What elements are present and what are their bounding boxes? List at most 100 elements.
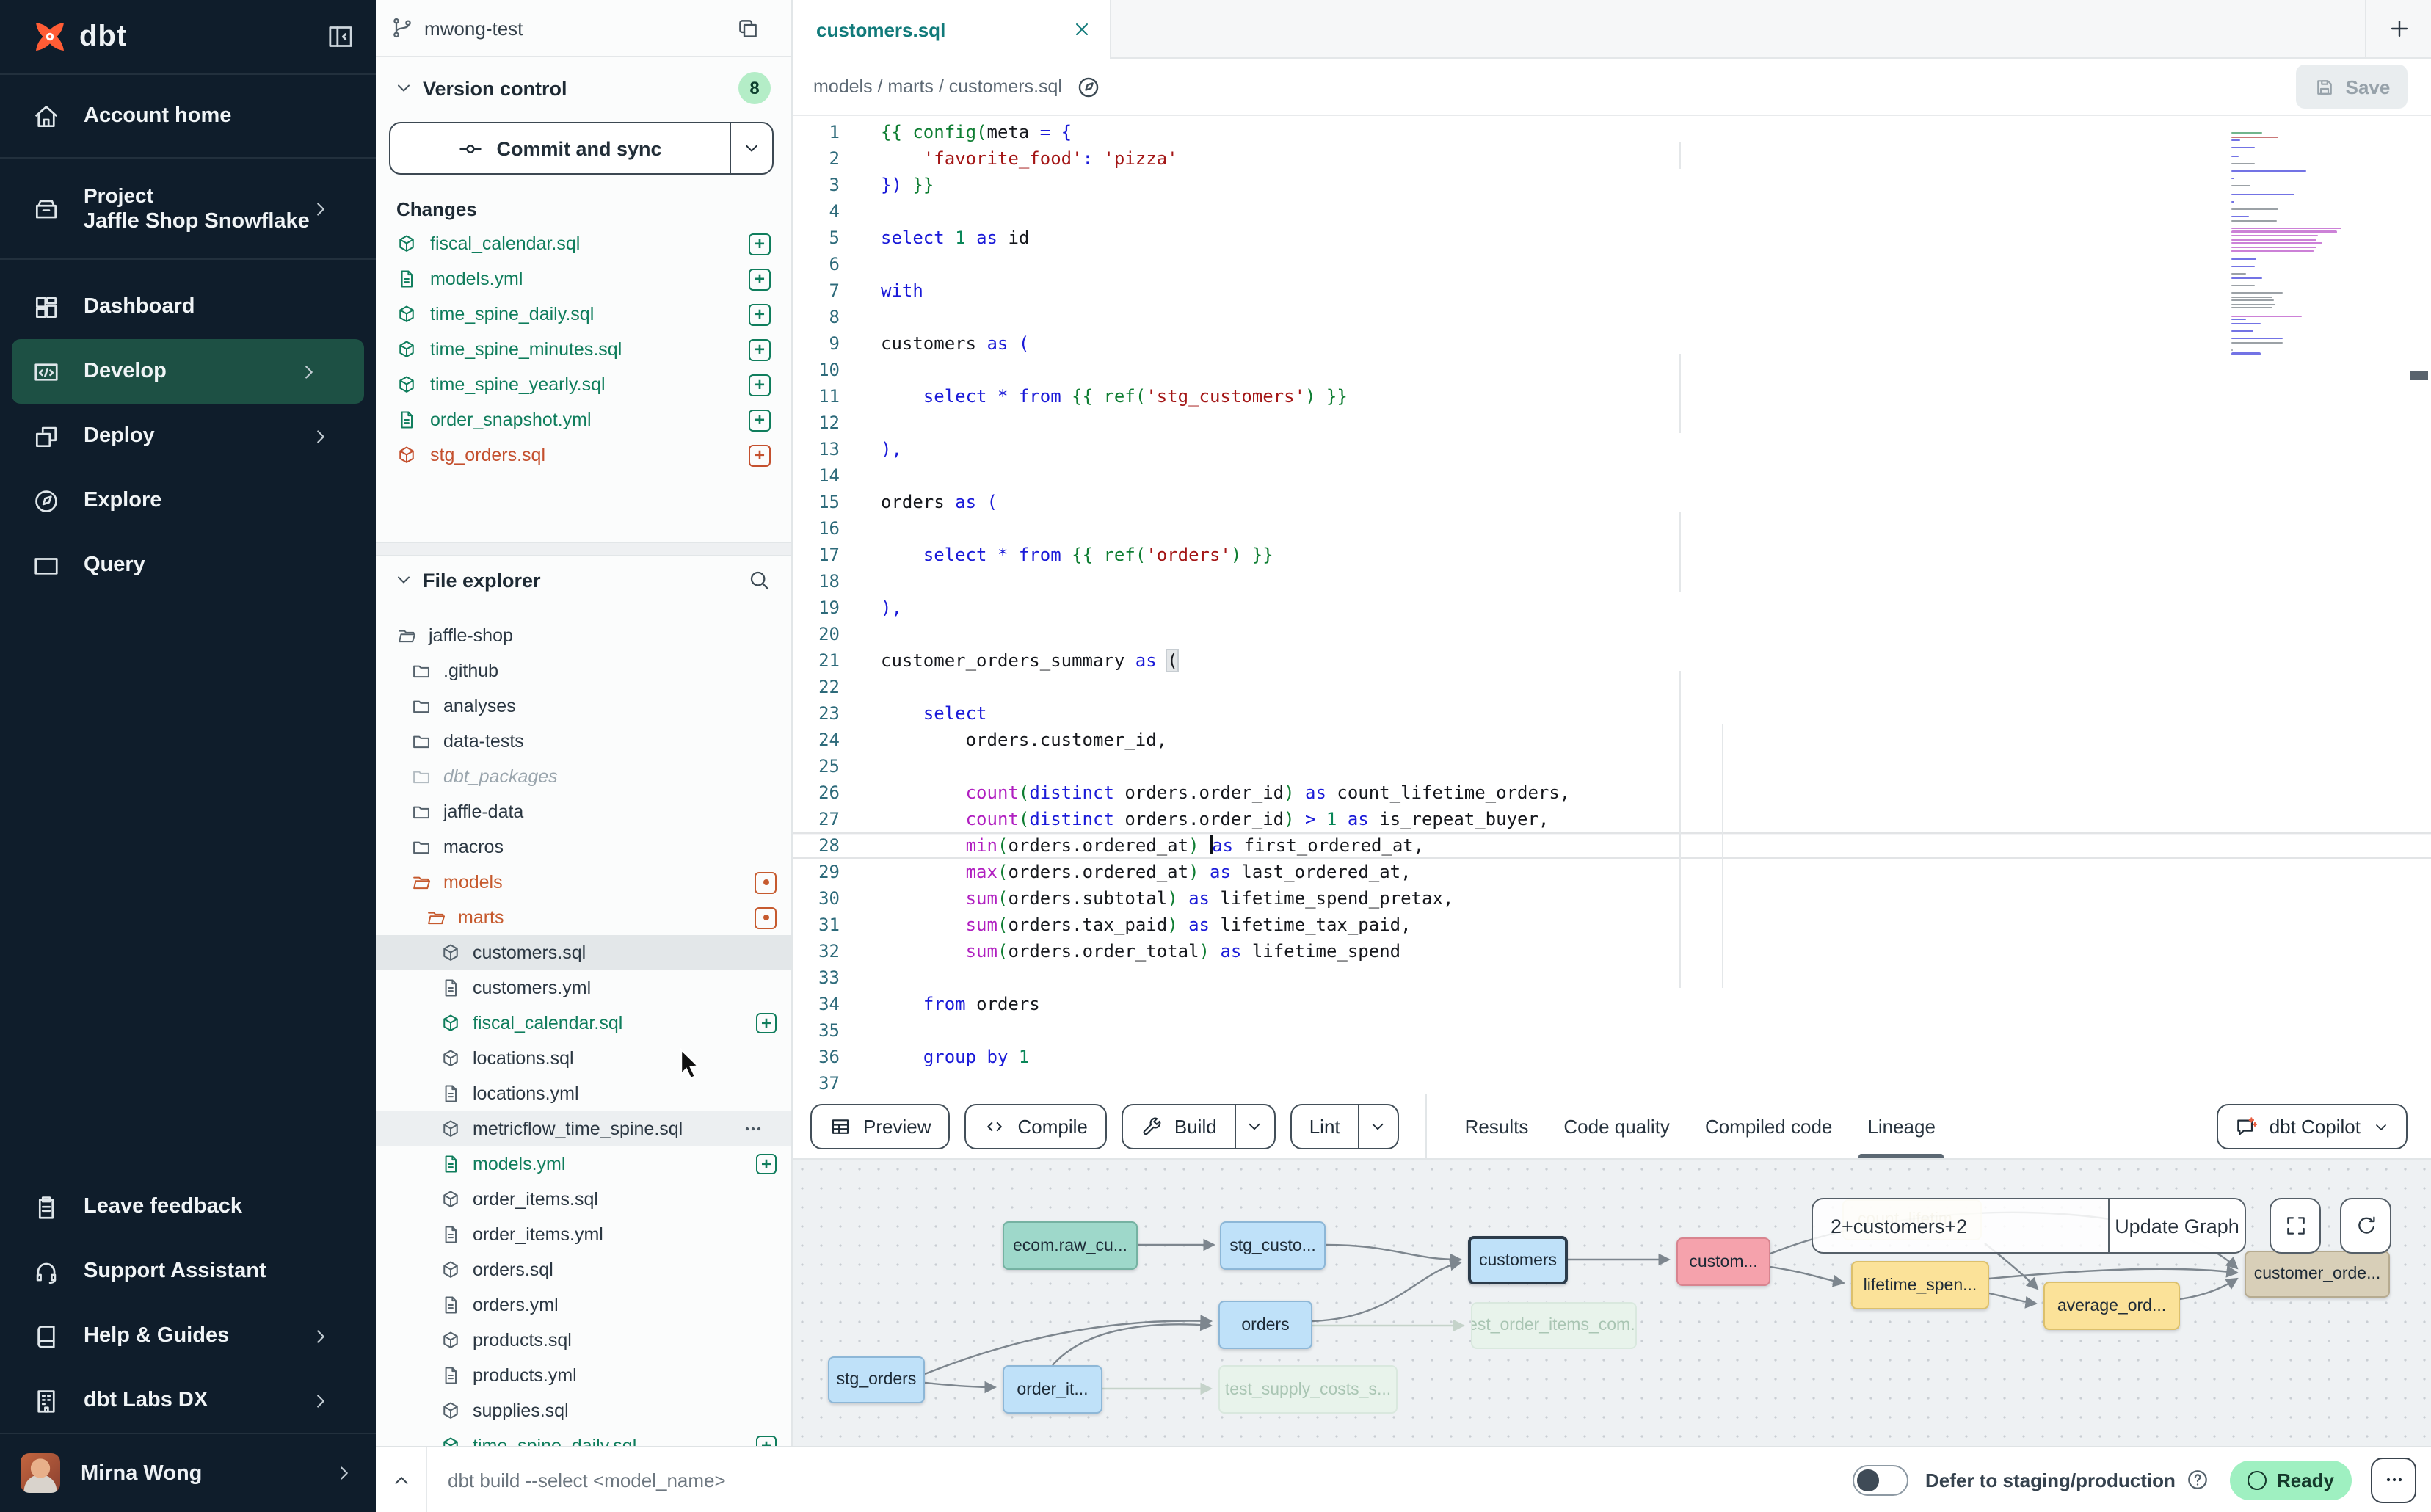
code-line-29[interactable]: 29 max(orders.ordered_at) as last_ordere… bbox=[793, 859, 2431, 885]
code-line-35[interactable]: 35 bbox=[793, 1017, 2431, 1044]
tree-item-products.sql[interactable]: products.sql bbox=[376, 1323, 791, 1358]
sidebar-item-project[interactable]: ProjectJaffle Shop Snowflake bbox=[0, 159, 376, 260]
lineage-search-input[interactable] bbox=[1813, 1199, 2108, 1252]
defer-toggle[interactable] bbox=[1852, 1464, 1908, 1495]
stage-file-button[interactable]: + bbox=[749, 268, 771, 290]
tree-item-locations.sql[interactable]: locations.sql bbox=[376, 1041, 791, 1076]
code-line-11[interactable]: 11 select * from {{ ref('stg_customers')… bbox=[793, 383, 2431, 410]
version-control-header[interactable]: Version control 8 bbox=[376, 57, 791, 119]
more-options-button[interactable] bbox=[2371, 1457, 2416, 1502]
changed-file-time_spine_daily.sql[interactable]: time_spine_daily.sql+ bbox=[376, 297, 791, 332]
code-line-36[interactable]: 36 group by 1 bbox=[793, 1044, 2431, 1070]
code-line-22[interactable]: 22 bbox=[793, 674, 2431, 700]
code-line-34[interactable]: 34 from orders bbox=[793, 991, 2431, 1017]
stage-file-button[interactable]: + bbox=[749, 233, 771, 255]
stage-file-button[interactable]: + bbox=[749, 444, 771, 466]
refresh-graph-button[interactable] bbox=[2340, 1198, 2391, 1254]
copy-branch-icon[interactable] bbox=[735, 15, 760, 40]
code-line-16[interactable]: 16 bbox=[793, 515, 2431, 542]
sidebar-item-dashboard[interactable]: Dashboard bbox=[0, 275, 376, 339]
user-menu[interactable]: Mirna Wong bbox=[0, 1433, 376, 1512]
sidebar-item-explore[interactable]: Explore bbox=[0, 468, 376, 533]
code-line-19[interactable]: 19), bbox=[793, 595, 2431, 621]
code-line-7[interactable]: 7with bbox=[793, 277, 2431, 304]
stage-file-button[interactable]: + bbox=[749, 409, 771, 431]
code-line-15[interactable]: 15orders as ( bbox=[793, 489, 2431, 515]
sidebar-item-help-guides[interactable]: Help & Guides bbox=[0, 1304, 376, 1368]
sidebar-item-query[interactable]: Query bbox=[0, 533, 376, 597]
tab-customers-sql[interactable]: customers.sql bbox=[793, 0, 1111, 59]
changed-file-models.yml[interactable]: models.yml+ bbox=[376, 261, 791, 297]
tree-item-orders.yml[interactable]: orders.yml bbox=[376, 1287, 791, 1323]
code-line-14[interactable]: 14 bbox=[793, 462, 2431, 489]
tree-item-jaffle-data[interactable]: jaffle-data bbox=[376, 794, 791, 829]
tree-item-.github[interactable]: .github bbox=[376, 653, 791, 688]
code-line-1[interactable]: 1{{ config(meta = { bbox=[793, 119, 2431, 145]
tree-item-marts[interactable]: marts bbox=[376, 900, 791, 935]
tab-compiled-code[interactable]: Compiled code bbox=[1705, 1094, 1832, 1158]
code-line-31[interactable]: 31 sum(orders.tax_paid) as lifetime_tax_… bbox=[793, 912, 2431, 938]
stage-file-button[interactable]: + bbox=[749, 338, 771, 360]
commit-and-sync-button[interactable]: Commit and sync bbox=[389, 122, 774, 175]
code-line-37[interactable]: 37 bbox=[793, 1070, 2431, 1094]
code-line-18[interactable]: 18 bbox=[793, 568, 2431, 595]
sidebar-item-dbt-labs-dx[interactable]: dbt Labs DX bbox=[0, 1368, 376, 1433]
code-line-28[interactable]: 28 min(orders.ordered_at) as first_order… bbox=[793, 832, 2431, 859]
changed-file-order_snapshot.yml[interactable]: order_snapshot.yml+ bbox=[376, 402, 791, 437]
code-line-12[interactable]: 12 bbox=[793, 410, 2431, 436]
lineage-node-lifetime_spen[interactable]: lifetime_spen... bbox=[1851, 1261, 1989, 1309]
editor-minimap[interactable] bbox=[2231, 132, 2366, 357]
code-line-9[interactable]: 9customers as ( bbox=[793, 330, 2431, 357]
code-line-33[interactable]: 33 bbox=[793, 964, 2431, 991]
lineage-node-test_supply_costs_s[interactable]: test_supply_costs_s... bbox=[1218, 1365, 1398, 1414]
new-tab-button[interactable] bbox=[2365, 0, 2431, 57]
preview-button[interactable]: Preview bbox=[810, 1103, 951, 1149]
tree-item-models[interactable]: models bbox=[376, 865, 791, 900]
tree-item-analyses[interactable]: analyses bbox=[376, 688, 791, 724]
code-line-13[interactable]: 13), bbox=[793, 436, 2431, 462]
lineage-node-custom[interactable]: custom... bbox=[1676, 1237, 1770, 1286]
dbt-command-input[interactable] bbox=[427, 1469, 1852, 1491]
changed-file-time_spine_minutes.sql[interactable]: time_spine_minutes.sql+ bbox=[376, 332, 791, 367]
stage-file-button[interactable]: + bbox=[756, 1154, 777, 1174]
tree-item-metricflow_time_spine.sql[interactable]: metricflow_time_spine.sql bbox=[376, 1111, 791, 1146]
code-line-17[interactable]: 17 select * from {{ ref('orders') }} bbox=[793, 542, 2431, 568]
tree-item-fiscal_calendar.sql[interactable]: fiscal_calendar.sql+ bbox=[376, 1006, 791, 1041]
code-line-6[interactable]: 6 bbox=[793, 251, 2431, 277]
changed-file-stg_orders.sql[interactable]: stg_orders.sql+ bbox=[376, 437, 791, 473]
tree-item-order_items.yml[interactable]: order_items.yml bbox=[376, 1217, 791, 1252]
code-line-23[interactable]: 23 select bbox=[793, 700, 2431, 727]
update-graph-button[interactable]: Update Graph bbox=[2108, 1199, 2245, 1252]
code-line-5[interactable]: 5select 1 as id bbox=[793, 225, 2431, 251]
code-line-25[interactable]: 25 bbox=[793, 753, 2431, 779]
tree-item-jaffle-shop[interactable]: jaffle-shop bbox=[376, 618, 791, 653]
tree-item-customers.sql[interactable]: customers.sql bbox=[376, 935, 791, 970]
explore-compass-icon[interactable] bbox=[1075, 74, 1100, 99]
sidebar-collapse-icon[interactable] bbox=[326, 22, 355, 51]
code-line-27[interactable]: 27 count(distinct orders.order_id) > 1 a… bbox=[793, 806, 2431, 832]
code-line-24[interactable]: 24 orders.customer_id, bbox=[793, 727, 2431, 753]
tree-item-supplies.sql[interactable]: supplies.sql bbox=[376, 1393, 791, 1428]
stage-file-button[interactable]: + bbox=[756, 1436, 777, 1446]
code-line-4[interactable]: 4 bbox=[793, 198, 2431, 225]
code-line-20[interactable]: 20 bbox=[793, 621, 2431, 647]
stage-file-button[interactable]: + bbox=[749, 374, 771, 396]
build-options-dropdown[interactable] bbox=[1235, 1105, 1274, 1147]
lineage-node-order_it[interactable]: order_it... bbox=[1003, 1365, 1102, 1414]
code-line-2[interactable]: 2 'favorite_food': 'pizza' bbox=[793, 145, 2431, 172]
commit-options-dropdown[interactable] bbox=[730, 123, 772, 173]
code-line-30[interactable]: 30 sum(orders.subtotal) as lifetime_spen… bbox=[793, 885, 2431, 912]
tree-item-locations.yml[interactable]: locations.yml bbox=[376, 1076, 791, 1111]
lineage-node-ecomraw_cu[interactable]: ecom.raw_cu... bbox=[1003, 1221, 1138, 1270]
changed-file-time_spine_yearly.sql[interactable]: time_spine_yearly.sql+ bbox=[376, 367, 791, 402]
code-line-8[interactable]: 8 bbox=[793, 304, 2431, 330]
sidebar-item-leave-feedback[interactable]: Leave feedback bbox=[0, 1174, 376, 1239]
sidebar-item-support-assistant[interactable]: Support Assistant bbox=[0, 1239, 376, 1304]
breadcrumb[interactable]: models / marts / customers.sql bbox=[813, 76, 1062, 97]
lint-button[interactable]: Lint bbox=[1290, 1103, 1399, 1149]
sidebar-item-account-home[interactable]: Account home bbox=[0, 75, 376, 159]
tree-item-macros[interactable]: macros bbox=[376, 829, 791, 865]
code-editor[interactable]: 1{{ config(meta = {2 'favorite_food': 'p… bbox=[793, 116, 2431, 1094]
stage-file-button[interactable]: + bbox=[749, 303, 771, 325]
file-explorer-header[interactable]: File explorer bbox=[376, 556, 791, 603]
